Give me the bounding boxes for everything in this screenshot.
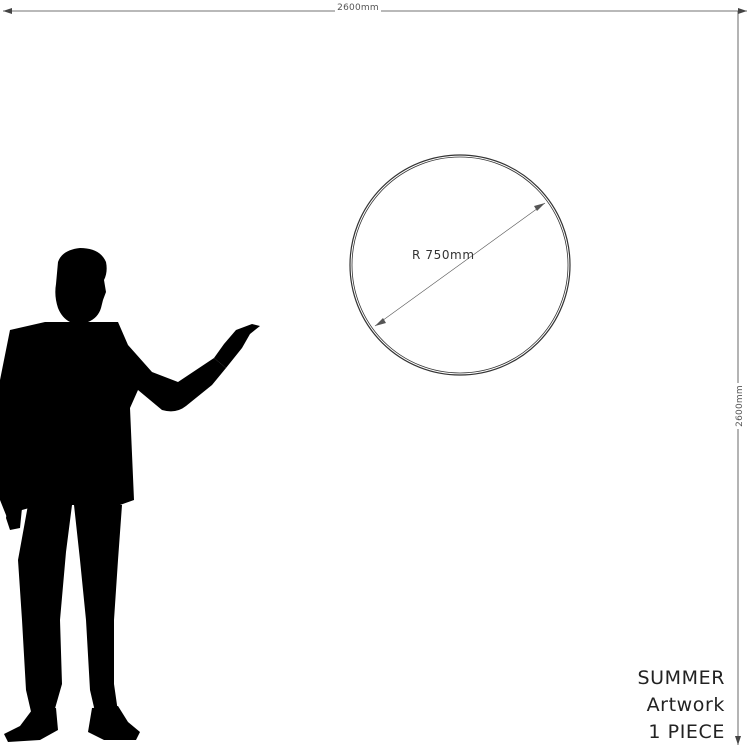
round-artwork: R 750mm [349, 154, 571, 376]
caption-subtitle: Artwork [646, 694, 725, 716]
arrow-right-icon [738, 8, 747, 14]
artwork-inner-ring [351, 156, 569, 374]
arrow-left-icon [3, 8, 12, 14]
height-dimension: 2600mm [731, 11, 745, 745]
artwork-outer-ring [349, 154, 571, 376]
drawing-canvas: 2600mm 2600mm R 750mm [0, 2, 747, 745]
caption-block: SUMMER Artwork 1 PIECE [637, 665, 725, 746]
person-silhouette-icon [0, 248, 260, 742]
caption-title: SUMMER [637, 667, 725, 689]
radius-line [374, 202, 546, 327]
caption-pieces: 1 PIECE [648, 721, 725, 743]
radius-label: R 750mm [412, 248, 475, 262]
arrow-down-icon [735, 736, 741, 745]
height-label: 2600mm [735, 385, 745, 427]
width-dimension: 2600mm [3, 2, 747, 14]
width-label: 2600mm [337, 3, 379, 13]
